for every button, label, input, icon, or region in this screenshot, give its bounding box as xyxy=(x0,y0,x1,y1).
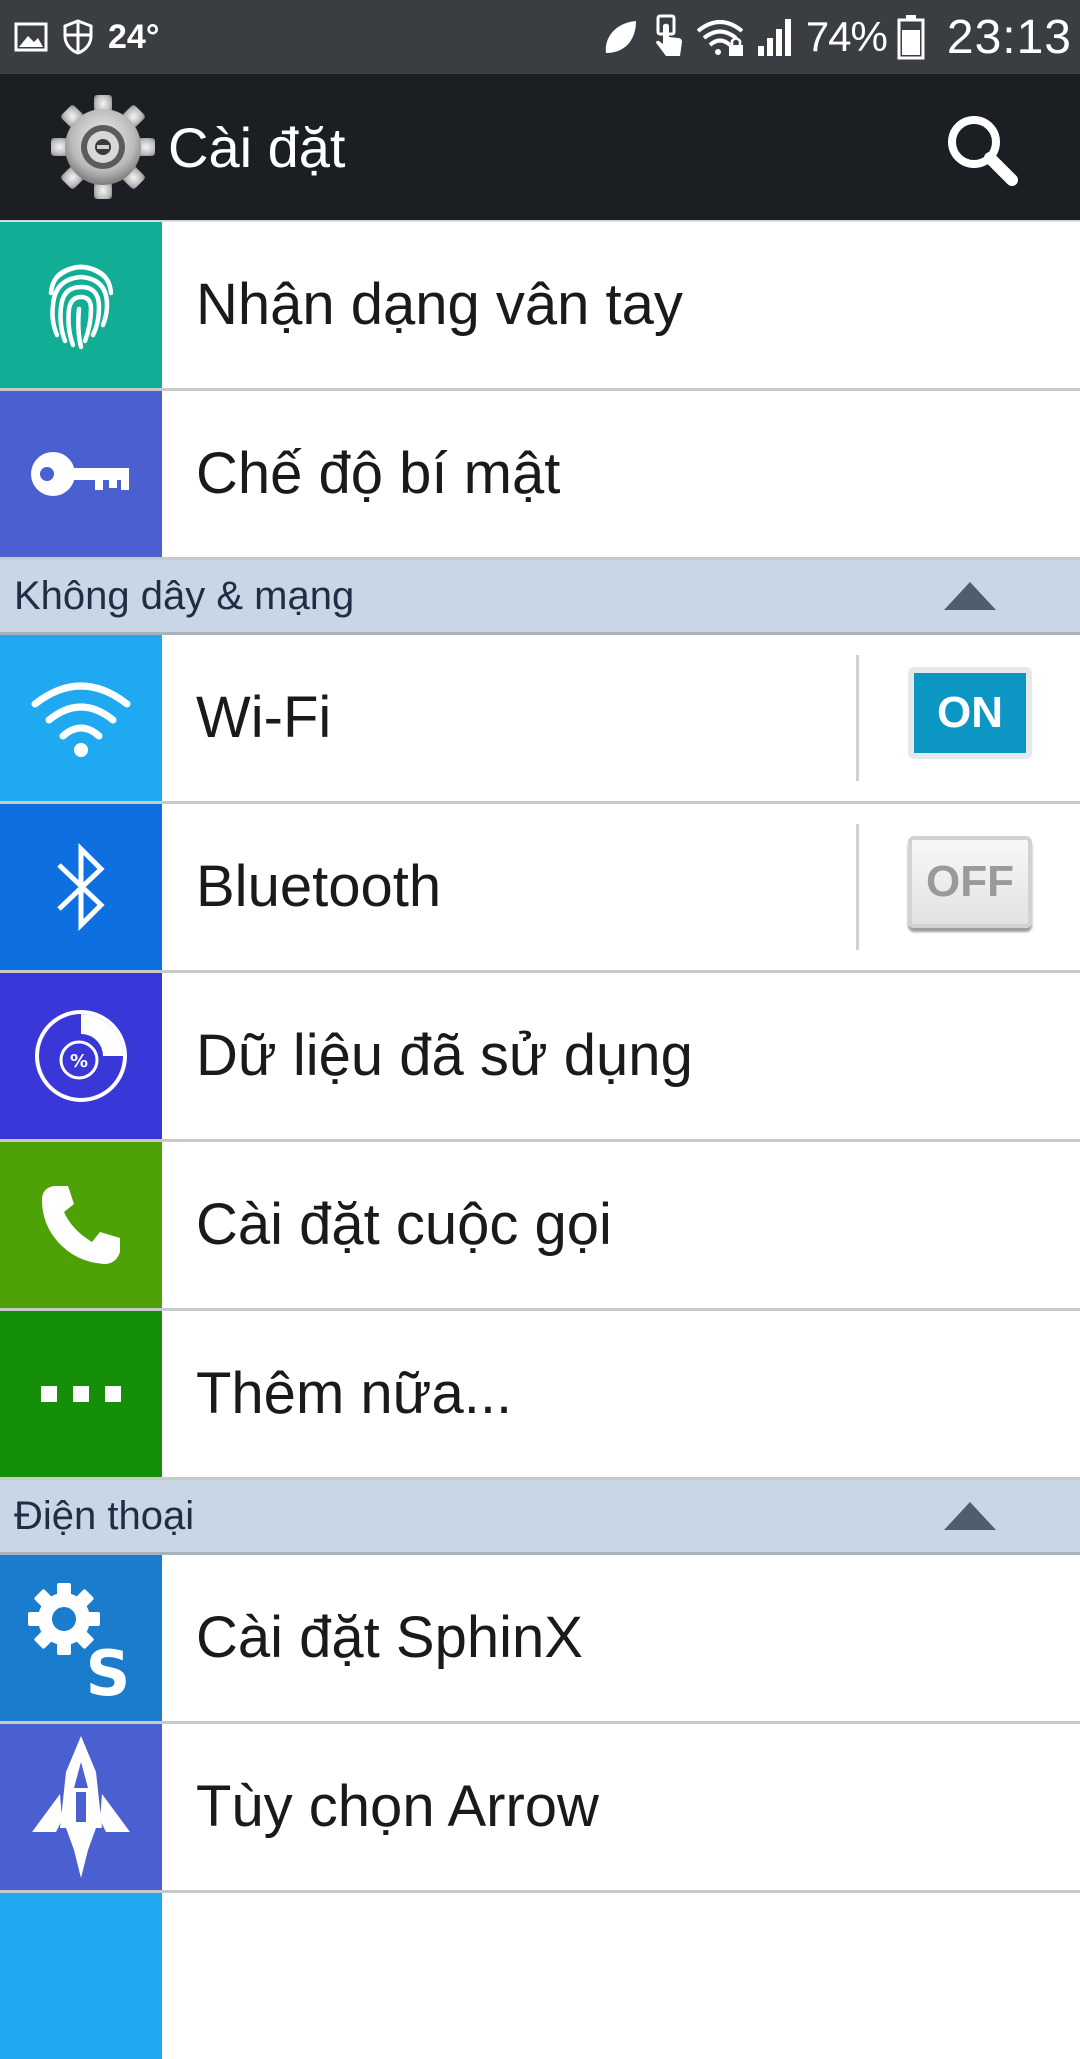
settings-item-arrow-options[interactable]: Tùy chọn Arrow xyxy=(0,1724,1080,1893)
settings-item-sphinx[interactable]: S Cài đặt SphinX xyxy=(0,1555,1080,1724)
row-icon-tile xyxy=(0,1893,162,2059)
svg-text:%: % xyxy=(70,1051,88,1072)
row-icon-tile: S xyxy=(0,1555,162,1721)
settings-item-label: Bluetooth xyxy=(196,854,442,919)
bluetooth-icon xyxy=(57,842,105,932)
settings-item-label: Cài đặt cuộc gọi xyxy=(196,1192,612,1257)
wifi-icon xyxy=(31,682,131,757)
row-icon-tile xyxy=(0,1142,162,1308)
settings-item-label: Wi-Fi xyxy=(196,685,332,750)
clock-text: 23:13 xyxy=(946,10,1072,64)
settings-item-label: Thêm nữa... xyxy=(196,1361,513,1426)
settings-item-label: Nhận dạng vân tay xyxy=(196,272,683,337)
phone-icon xyxy=(42,1186,120,1264)
settings-item-secret-mode[interactable]: Chế độ bí mật xyxy=(0,391,1080,560)
status-bar-left: 24° xyxy=(14,0,159,74)
settings-list: Nhận dạng vân tay Chế độ bí mật Không dâ… xyxy=(0,222,1080,2059)
row-icon-tile xyxy=(0,222,162,388)
section-header-wireless[interactable]: Không dây & mạng xyxy=(0,560,1080,635)
settings-item-more[interactable]: Thêm nữa... xyxy=(0,1311,1080,1480)
fingerprint-icon xyxy=(48,264,114,350)
settings-item-data-usage[interactable]: % Dữ liệu đã sử dụng xyxy=(0,973,1080,1142)
row-icon-tile: % xyxy=(0,973,162,1139)
settings-item-wifi[interactable]: Wi-Fi ON xyxy=(0,635,1080,804)
settings-item-partial[interactable] xyxy=(0,1893,1080,2059)
data-usage-icon: % xyxy=(35,1010,127,1102)
collapse-caret-icon[interactable] xyxy=(944,582,996,610)
settings-item-label: Chế độ bí mật xyxy=(196,441,561,506)
divider xyxy=(856,824,859,950)
wifi-toggle[interactable]: ON xyxy=(908,667,1032,759)
search-icon[interactable] xyxy=(940,108,1024,192)
svg-text:S: S xyxy=(86,1637,131,1703)
settings-item-label: Tùy chọn Arrow xyxy=(196,1774,599,1839)
leaf-icon xyxy=(605,21,636,53)
row-icon-tile xyxy=(0,635,162,801)
key-icon xyxy=(31,452,129,496)
gallery-icon xyxy=(14,22,48,52)
settings-item-label: Dữ liệu đã sử dụng xyxy=(196,1023,693,1088)
collapse-caret-icon[interactable] xyxy=(944,1502,996,1530)
action-bar: Cài đặt xyxy=(0,74,1080,220)
settings-item-fingerprint[interactable]: Nhận dạng vân tay xyxy=(0,222,1080,391)
settings-gear-icon[interactable] xyxy=(48,92,158,202)
battery-icon xyxy=(897,15,925,60)
settings-item-bluetooth[interactable]: Bluetooth OFF xyxy=(0,804,1080,973)
row-icon-tile xyxy=(0,804,162,970)
sphinx-gear-icon: S xyxy=(28,1583,131,1703)
status-bar: 24° 74% 23:13 xyxy=(0,0,1080,74)
touch-icon xyxy=(655,14,682,56)
settings-item-label: Cài đặt SphinX xyxy=(196,1605,583,1670)
section-title: Điện thoại xyxy=(14,1494,195,1538)
row-icon-tile xyxy=(0,1311,162,1477)
row-icon-tile xyxy=(0,1724,162,1890)
arrow-rocket-icon xyxy=(32,1736,130,1878)
shield-icon xyxy=(63,19,93,55)
more-dots-icon xyxy=(41,1386,121,1402)
section-header-phone[interactable]: Điện thoại xyxy=(0,1480,1080,1555)
status-bar-right: 74% 23:13 xyxy=(600,0,1072,74)
temperature-text: 24° xyxy=(108,17,160,56)
divider xyxy=(856,655,859,781)
wifi-lock-icon xyxy=(696,20,744,56)
signal-icon xyxy=(757,19,791,56)
settings-item-call-settings[interactable]: Cài đặt cuộc gọi xyxy=(0,1142,1080,1311)
bluetooth-toggle[interactable]: OFF xyxy=(908,836,1032,928)
battery-percent-text: 74% xyxy=(805,13,888,60)
section-title: Không dây & mạng xyxy=(14,574,355,618)
row-icon-tile xyxy=(0,391,162,557)
page-title: Cài đặt xyxy=(168,116,346,179)
